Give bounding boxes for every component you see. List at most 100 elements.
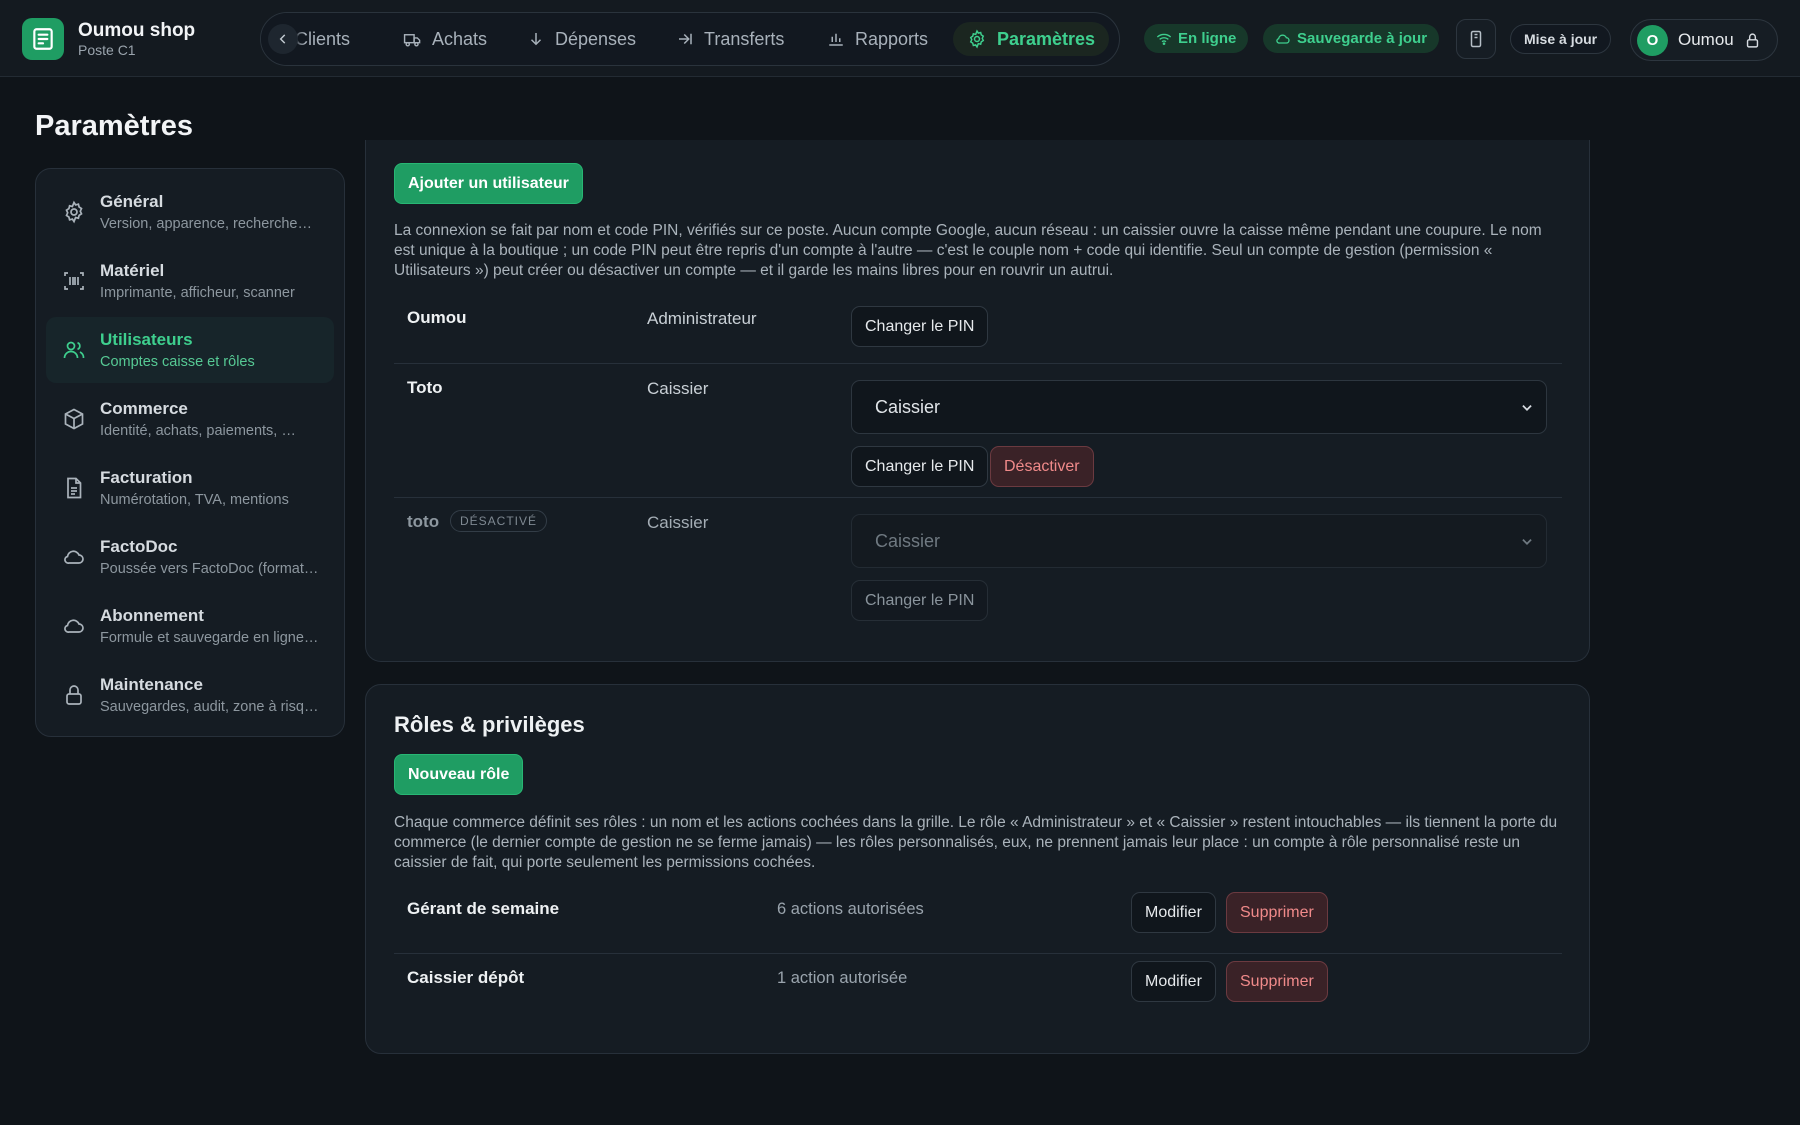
sidebar-item-utilisateurs[interactable]: Utilisateurs Comptes caisse et rôles (46, 317, 334, 383)
sidebar-item-subtitle: Poussée vers FactoDoc (format… (100, 561, 319, 577)
table-row: toto DÉSACTIVÉ Caissier Caissier Changer… (394, 498, 1562, 632)
shop-logo-icon (22, 18, 64, 60)
table-row: Caissier dépôt 1 action autorisée Modifi… (394, 954, 1562, 1023)
delete-role-button[interactable]: Supprimer (1226, 892, 1328, 933)
sidebar-item-subtitle: Imprimante, afficheur, scanner (100, 285, 295, 301)
gear-icon (969, 29, 985, 49)
change-pin-button[interactable]: Changer le PIN (851, 446, 989, 487)
document-icon (67, 477, 82, 499)
main-nav: Clients Achats Dépenses Transferts Rappo… (260, 12, 1120, 66)
sidebar-item-title: Matériel (100, 261, 165, 280)
chevron-down-icon (1522, 539, 1532, 545)
sidebar-item-subtitle: Numérotation, TVA, mentions (100, 492, 289, 508)
sidebar-item-general[interactable]: Général Version, apparence, recherche… (46, 179, 334, 245)
user-name-cell: Toto (407, 378, 443, 397)
roles-description: Chaque commerce définit ses rôles : un n… (394, 814, 1558, 871)
user-role-cell: Caissier (647, 379, 709, 398)
shop-name: Oumou shop (78, 19, 196, 41)
sidebar-item-factodoc[interactable]: FactoDoc Poussée vers FactoDoc (format… (46, 524, 334, 590)
backup-status-badge: Sauvegarde à jour (1263, 24, 1440, 53)
table-row: Oumou Administrateur Changer le PIN (394, 294, 1562, 364)
user-role-cell: Administrateur (647, 309, 757, 328)
chevron-left-icon (279, 34, 286, 44)
roles-card: Rôles & privilèges Nouveau rôle Chaque c… (365, 684, 1590, 1054)
user-name-cell: Oumou (407, 308, 467, 327)
arrow-down-icon (530, 33, 542, 46)
sidebar-item-title: Abonnement (100, 606, 204, 625)
sidebar-item-abonnement[interactable]: Abonnement Formule et sauvegarde en lign… (46, 593, 334, 659)
users-icon (63, 341, 85, 359)
sidebar-item-title: Général (100, 192, 164, 211)
roles-table: Gérant de semaine 6 actions autorisées M… (394, 885, 1562, 1023)
nav-item-transferts[interactable]: Transferts (676, 22, 784, 56)
sidebar-item-commerce[interactable]: Commerce Identité, achats, paiements, … (46, 386, 334, 452)
barcode-scan-icon (64, 272, 84, 290)
deactivate-button[interactable]: Désactiver (990, 446, 1094, 487)
user-menu[interactable]: O Oumou (1630, 19, 1778, 61)
lock-icon (66, 685, 82, 705)
arrow-right-icon (679, 33, 692, 45)
device-button[interactable] (1456, 19, 1496, 59)
sidebar-item-title: Commerce (100, 399, 188, 418)
nav-item-depenses[interactable]: Dépenses (527, 22, 636, 56)
avatar: O (1637, 24, 1668, 56)
settings-sidebar: Général Version, apparence, recherche… M… (35, 168, 345, 737)
sidebar-item-subtitle: Version, apparence, recherche… (100, 216, 312, 232)
page-title: Paramètres (35, 110, 193, 142)
role-permissions-cell: 6 actions autorisées (777, 900, 924, 918)
edit-role-button[interactable]: Modifier (1131, 961, 1216, 1002)
change-pin-button[interactable]: Changer le PIN (851, 306, 989, 347)
station-name: Poste C1 (78, 41, 136, 58)
cloud-icon (64, 550, 84, 564)
add-user-button[interactable]: Ajouter un utilisateur (394, 163, 583, 204)
new-role-button[interactable]: Nouveau rôle (394, 754, 524, 795)
sidebar-item-subtitle: Formule et sauvegarde en ligne… (100, 630, 319, 646)
user-role-cell: Caissier (647, 513, 709, 532)
sidebar-item-title: Facturation (100, 468, 193, 487)
users-card: Ajouter un utilisateur La connexion se f… (365, 140, 1590, 662)
sidebar-item-subtitle: Sauvegardes, audit, zone à risque… (100, 699, 320, 715)
brand[interactable]: Oumou shop Poste C1 (22, 18, 195, 60)
table-row: Gérant de semaine 6 actions autorisées M… (394, 885, 1562, 954)
roles-title: Rôles & privilèges (394, 712, 585, 737)
users-description: La connexion se fait par nom et code PIN… (394, 222, 1542, 279)
user-name: Oumou (1678, 30, 1734, 49)
wifi-icon (1156, 33, 1172, 45)
role-name-cell: Caissier dépôt (407, 968, 525, 987)
top-bar: Oumou shop Poste C1 Clients Achats Dépen… (0, 0, 1800, 77)
update-button[interactable]: Mise à jour (1510, 24, 1612, 54)
sidebar-item-title: FactoDoc (100, 537, 178, 556)
online-status-badge: En ligne (1144, 24, 1249, 53)
chevron-down-icon (1522, 405, 1532, 411)
sidebar-item-facturation[interactable]: Facturation Numérotation, TVA, mentions (46, 455, 334, 521)
nav-item-parametres[interactable]: Paramètres (953, 22, 1110, 56)
sidebar-item-subtitle: Identité, achats, paiements, … (100, 423, 296, 439)
user-name-cell: toto (407, 512, 440, 531)
table-row: Toto Caissier Caissier Changer le PIN Dé… (394, 364, 1562, 498)
sidebar-item-maintenance[interactable]: Maintenance Sauvegardes, audit, zone à r… (46, 662, 334, 728)
box-icon (64, 408, 84, 430)
lock-icon[interactable] (1744, 32, 1761, 49)
cloud-icon (1276, 34, 1290, 44)
device-icon (1470, 30, 1482, 48)
bar-chart-icon (829, 33, 843, 46)
sidebar-item-title: Utilisateurs (100, 330, 193, 349)
users-table: Oumou Administrateur Changer le PIN Toto… (394, 294, 1562, 632)
role-select[interactable]: Caissier (851, 380, 1547, 434)
sidebar-item-title: Maintenance (100, 675, 203, 694)
truck-icon (403, 33, 421, 47)
cloud-icon (64, 619, 84, 633)
sidebar-item-materiel[interactable]: Matériel Imprimante, afficheur, scanner (46, 248, 334, 314)
delete-role-button[interactable]: Supprimer (1226, 961, 1328, 1002)
role-name-cell: Gérant de semaine (407, 899, 560, 918)
change-pin-button[interactable]: Changer le PIN (851, 580, 989, 621)
gear-icon (65, 200, 83, 224)
disabled-badge: DÉSACTIVÉ (450, 510, 548, 532)
role-permissions-cell: 1 action autorisée (777, 969, 908, 987)
nav-item-achats[interactable]: Achats (403, 22, 487, 56)
sidebar-item-subtitle: Comptes caisse et rôles (100, 354, 255, 370)
edit-role-button[interactable]: Modifier (1131, 892, 1216, 933)
role-select: Caissier (851, 514, 1547, 568)
nav-scroll-back-button[interactable] (261, 13, 305, 65)
nav-item-rapports[interactable]: Rapports (827, 22, 928, 56)
